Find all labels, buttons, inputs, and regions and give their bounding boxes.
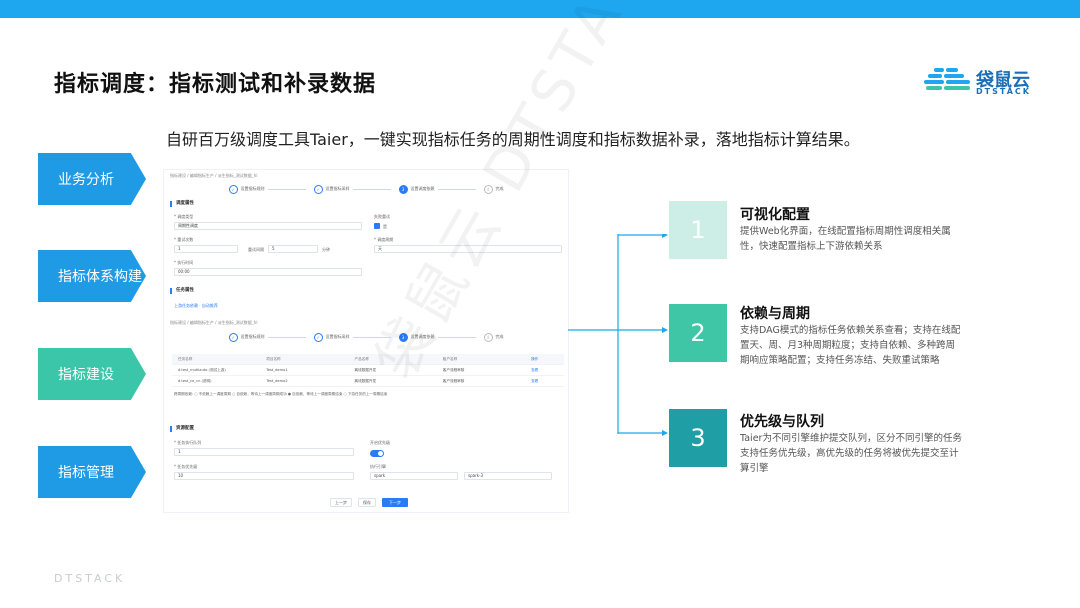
cell: 客户流程审核 — [442, 367, 465, 372]
step-1[interactable]: ✓ 设置指标规则 — [228, 332, 306, 342]
label-time: * 执行时间 — [174, 260, 194, 265]
footer-brand: DTSTACK — [54, 572, 126, 585]
feature-title-1: 可视化配置 — [740, 207, 810, 223]
slide: 指标调度：指标测试和补录数据 袋鼠云 DTSTACK 自研百万级调度工具Taie… — [0, 0, 1080, 608]
prev-button[interactable]: 上一步 — [330, 498, 352, 507]
feature-desc-3: Taier为不同引擎维护提交队列，区分不同引擎的任务支持任务优先级，高优先级的任… — [740, 433, 962, 474]
cell: Test_demo2 — [266, 379, 288, 383]
top-accent-bar — [0, 0, 1080, 18]
feature-number-3: 3 — [669, 409, 727, 467]
feature-number-1: 1 — [669, 201, 727, 259]
feature-title-3: 优先级与队列 — [740, 414, 824, 430]
cell: 客户流程审核 — [442, 378, 465, 383]
input-time[interactable]: 00:00 — [174, 268, 362, 276]
feature-number-2: 2 — [669, 304, 727, 362]
cell: d.test_mutilauto (测试上游) — [178, 367, 226, 372]
step-label: 设置调度依赖 — [410, 186, 435, 191]
step-label: 设置指标规则 — [240, 334, 265, 339]
input-retry[interactable]: 1 — [174, 245, 238, 253]
logo-subtitle: DTSTACK — [976, 87, 1031, 96]
label-queue: * 任务执行队列 — [174, 440, 202, 445]
dependency-hint[interactable]: 上游任务依赖 · 自动推荐 — [174, 303, 218, 309]
connector-lines — [568, 234, 668, 436]
step-2[interactable]: ✓ 设置指标采样 — [313, 184, 391, 194]
table-row: d.test_ce_cn (说明) Test_demo2 离线数据开发 客户流程… — [172, 376, 564, 387]
step-label: 设置指标采样 — [325, 334, 350, 339]
label-schedule-type: * 调度类型 — [174, 214, 194, 219]
feature-desc-1: 提供Web化界面，在线配置指标周期性调度相关属性，快速配置指标上下游依赖关系 — [740, 226, 951, 252]
tab-metric-build[interactable]: 指标建设 — [38, 348, 146, 400]
check-icon: ✓ — [228, 332, 238, 342]
step-label: 完成 — [495, 334, 504, 339]
input-priority[interactable]: 10 — [174, 472, 354, 480]
select-engine-version[interactable]: spark-3 — [464, 472, 552, 480]
breadcrumb[interactable]: 指标建设 / 编辑指标生产 / 派生指标_测试数据_hl — [170, 173, 257, 179]
company-logo: 袋鼠云 DTSTACK — [924, 66, 1044, 100]
label-retry: * 重试次数 — [174, 237, 194, 242]
label-fail-retry: 失败重试 — [374, 214, 390, 219]
save-button[interactable]: 保存 — [358, 498, 376, 507]
check-icon: ✓ — [313, 184, 323, 194]
select-engine[interactable]: spark — [370, 472, 458, 480]
label-priority: * 任务优先级 — [174, 464, 198, 469]
view-link[interactable]: 查看 — [525, 368, 564, 373]
label-retry-interval: 重试间隔 — [248, 247, 264, 252]
feature-title-2: 依赖与周期 — [740, 306, 810, 322]
view-link[interactable]: 查看 — [525, 379, 564, 384]
section-schedule: 调度属性 — [170, 201, 194, 207]
step-label: 设置指标采样 — [325, 186, 350, 191]
check-icon: ✓ — [313, 332, 323, 342]
slide-title: 指标调度：指标测试和补录数据 — [54, 72, 377, 97]
col-header: 任务名称 — [178, 356, 193, 361]
priority-toggle[interactable] — [370, 450, 384, 457]
col-header: 项目名称 — [266, 356, 281, 361]
feature-desc-2: 支持DAG模式的指标任务依赖关系查看；支持在线配置天、周、月3种周期粒度；支持自… — [740, 325, 961, 366]
cross-period-options[interactable]: 跨周期依赖: ○ 不依赖上一调度周期 ○ 自依赖，等待上一调度周期成功 ● 自依… — [174, 392, 564, 397]
checkbox-fail-retry[interactable] — [374, 223, 380, 229]
section-dependency: 任务属性 — [170, 288, 194, 294]
cell: d.test_ce_cn (说明) — [178, 378, 212, 383]
input-retry-interval[interactable]: 5 — [268, 245, 318, 253]
step-4[interactable]: 4 完成 — [483, 332, 504, 342]
tab-business-analysis[interactable]: 业务分析 — [38, 153, 146, 205]
label-priority-toggle: 开启优先级 — [370, 440, 390, 445]
col-header: 租户名称 — [442, 356, 458, 361]
unit-label: 分钟 — [322, 247, 330, 252]
breadcrumb-2[interactable]: 指标建设 / 编辑指标生产 / 派生指标_测试数据_hl — [170, 320, 257, 326]
cell: Test_demo1 — [266, 368, 288, 372]
label-engine: 执行引擎 — [370, 464, 386, 469]
step-1[interactable]: ✓ 设置指标规则 — [228, 184, 306, 194]
tab-metric-system[interactable]: 指标体系构建 — [38, 250, 146, 302]
step-label: 设置指标规则 — [240, 186, 265, 191]
label-period: * 调度周期 — [374, 237, 394, 242]
checkbox-label: 是 — [383, 224, 387, 229]
check-icon: ✓ — [228, 184, 238, 194]
input-queue[interactable]: 1 — [174, 448, 354, 456]
select-schedule-type[interactable]: 周期性调度 — [174, 222, 362, 230]
section-resource: 资源配置 — [170, 426, 194, 432]
table-row: d.test_mutilauto (测试上游) Test_demo1 离线数据开… — [172, 365, 564, 376]
col-header: 操作 — [531, 356, 539, 361]
next-button[interactable]: 下一步 — [382, 498, 408, 507]
tab-metric-manage[interactable]: 指标管理 — [38, 446, 146, 498]
cloud-logo-icon — [924, 68, 970, 90]
